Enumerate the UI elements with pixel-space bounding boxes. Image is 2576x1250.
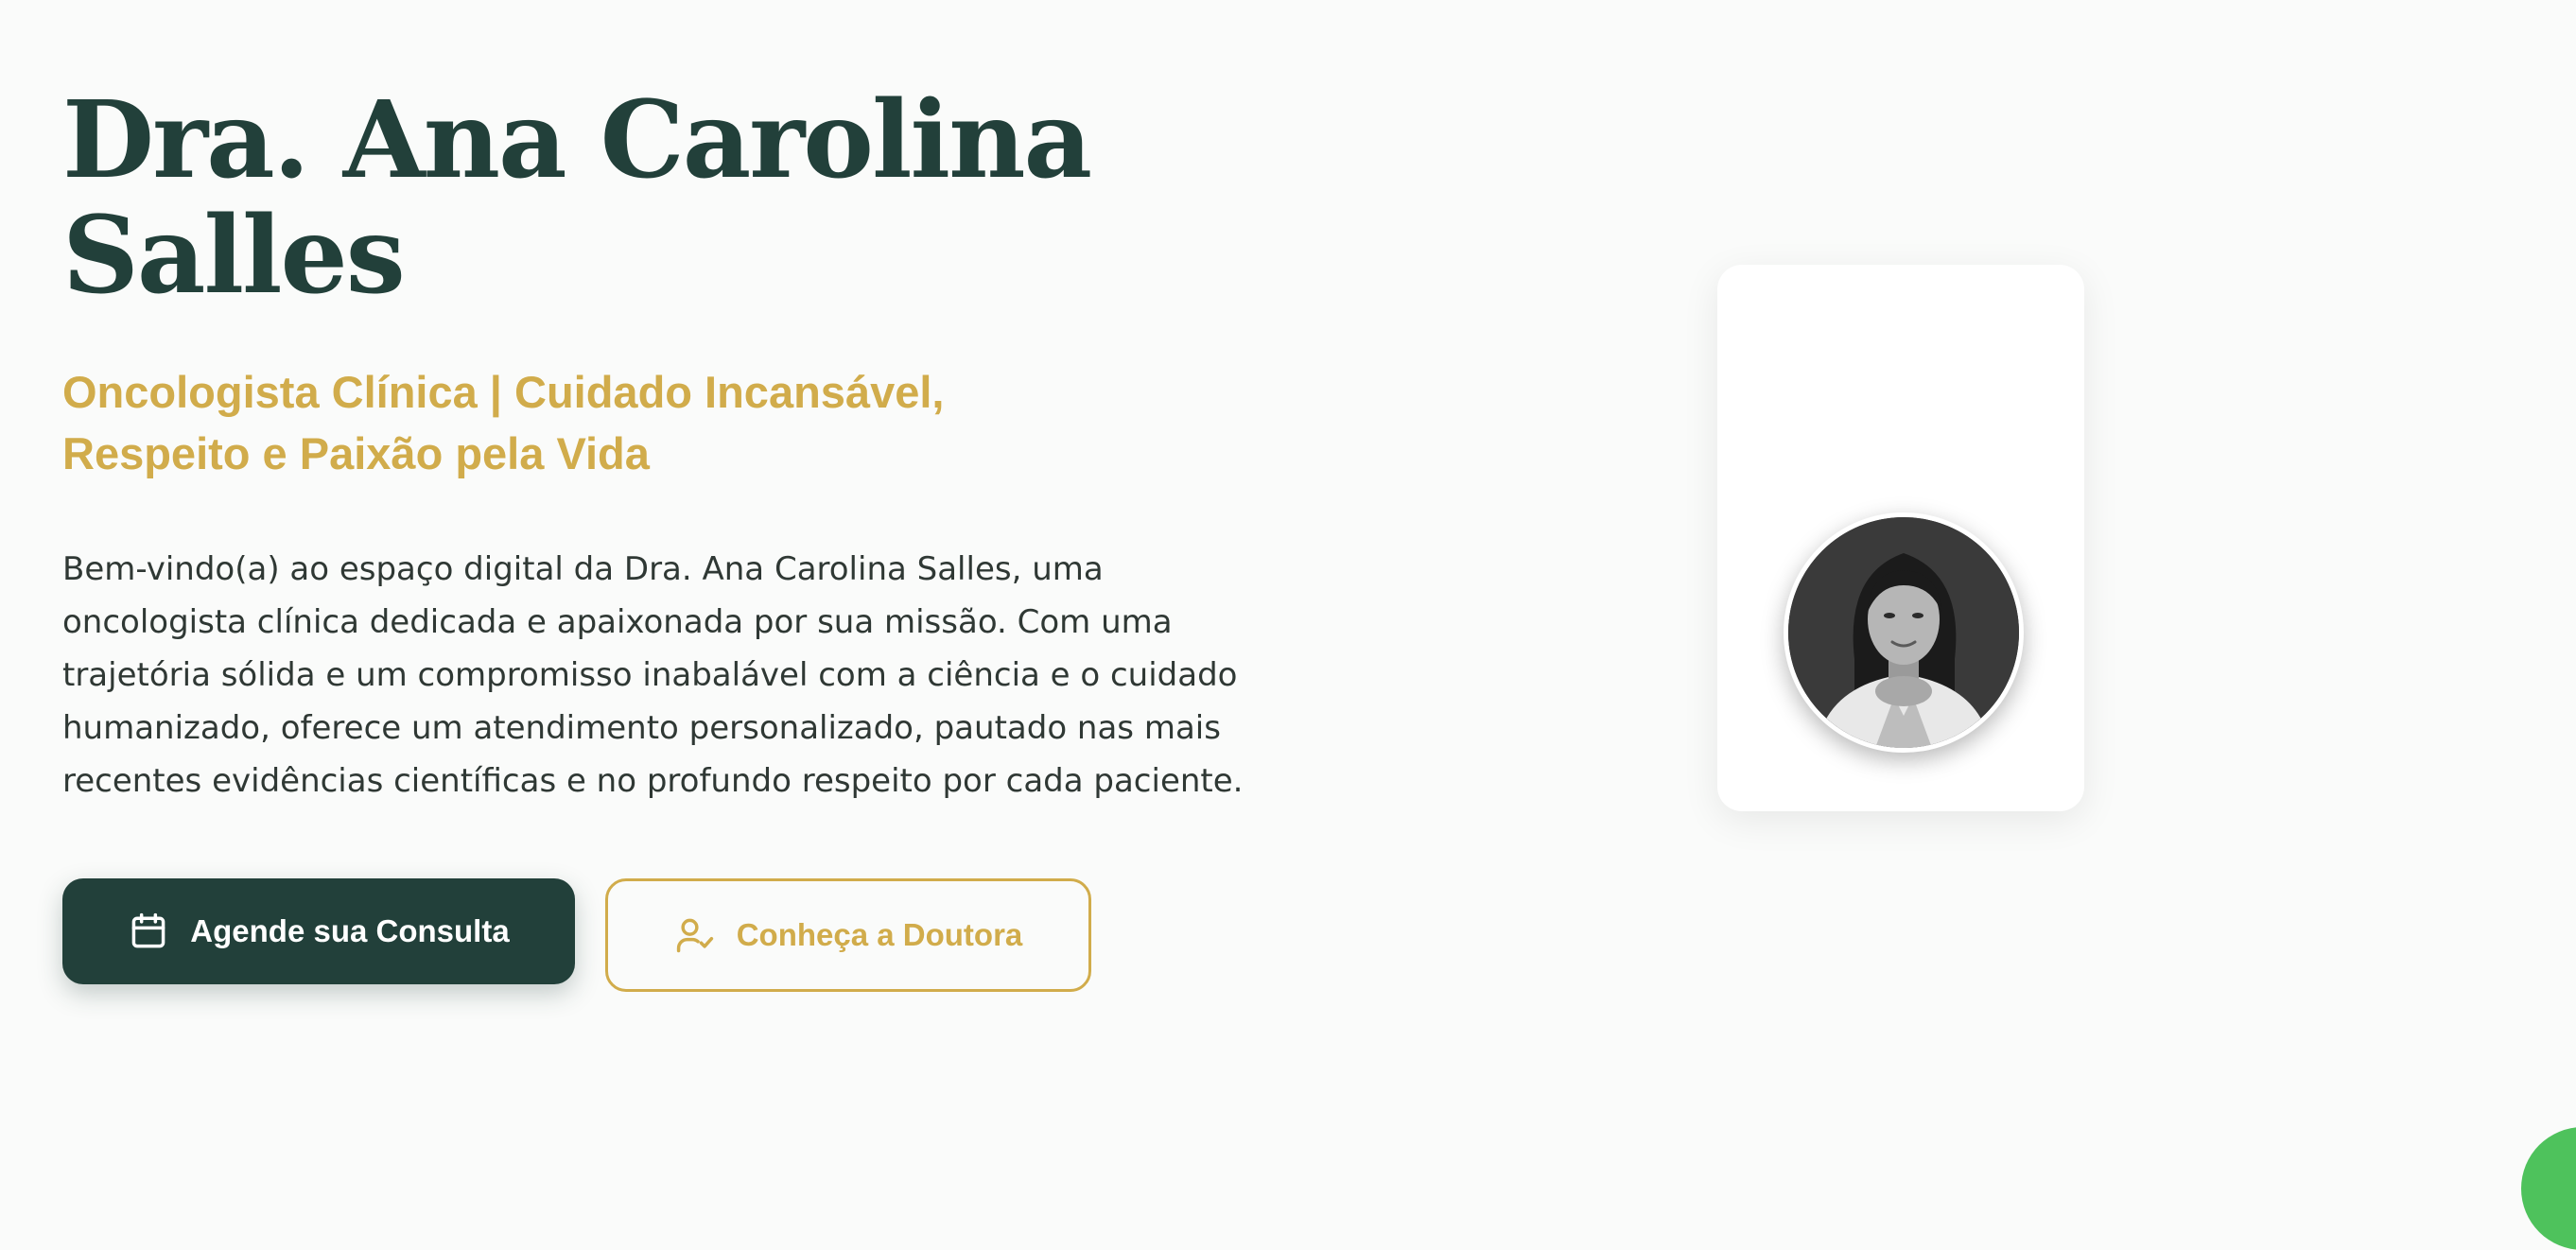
meet-doctor-label: Conheça a Doutora [736, 917, 1023, 952]
hero-description: Bem-vindo(a) ao espaço digital da Dra. A… [62, 550, 1244, 800]
meet-doctor-button[interactable]: Conheça a Doutora [605, 878, 1091, 992]
calendar-icon [128, 911, 169, 952]
user-check-icon [674, 914, 716, 956]
hero-subtitle: Oncologista Clínica | Cuidado Incansável… [62, 367, 945, 478]
page-title: Dra. Ana Carolina Salles [62, 78, 1092, 318]
schedule-consultation-button[interactable]: Agende sua Consulta [62, 878, 575, 984]
chat-widget-button[interactable] [2521, 1127, 2576, 1250]
hero-text-block: Dra. Ana Carolina Salles Oncologista Clí… [62, 83, 1292, 807]
cta-button-group: Agende sua Consulta Conheça a Doutora [62, 878, 1091, 992]
schedule-consultation-label: Agende sua Consulta [190, 913, 510, 948]
doctor-portrait [1784, 512, 2024, 753]
portrait-card [1717, 265, 2084, 811]
